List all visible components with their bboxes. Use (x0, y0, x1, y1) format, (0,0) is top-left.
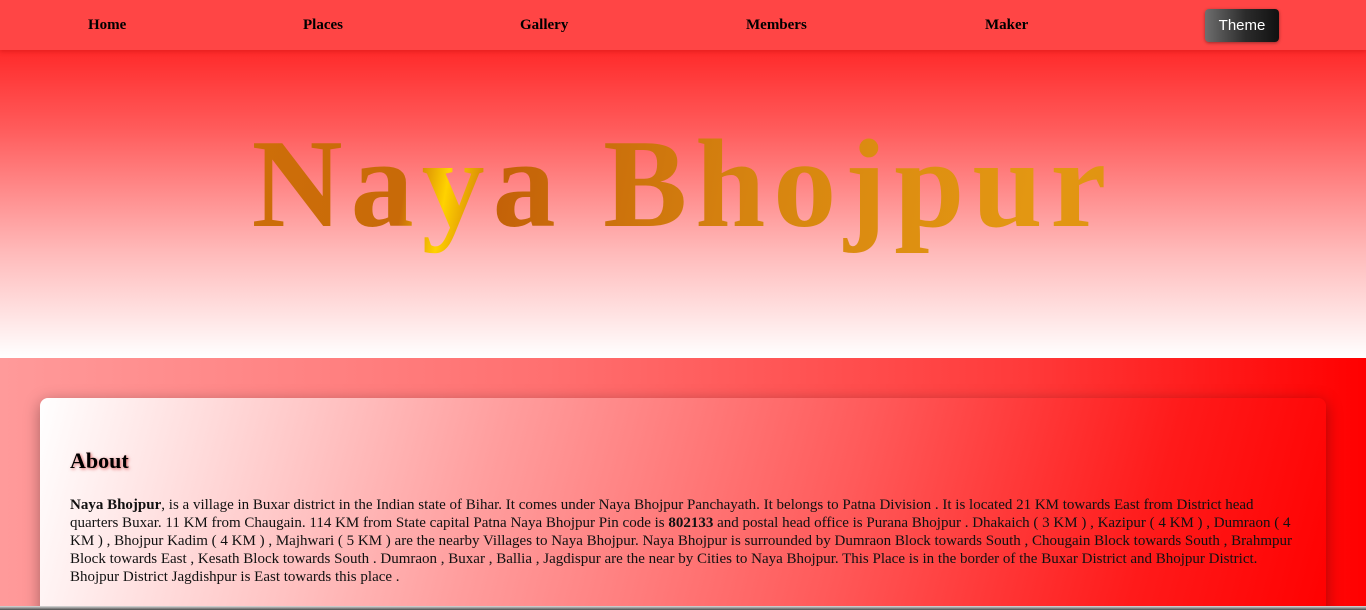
hero-banner: Naya Bhojpur (0, 50, 1366, 358)
nav-link-members[interactable]: Members (746, 17, 807, 34)
hero-title: Naya Bhojpur (0, 115, 1366, 255)
nav-link-maker[interactable]: Maker (985, 17, 1028, 34)
about-paragraph: Naya Bhojpur, is a village in Buxar dist… (70, 496, 1298, 586)
nav-link-home[interactable]: Home (88, 17, 126, 34)
nav-link-places[interactable]: Places (303, 17, 343, 34)
about-pincode: 802133 (668, 515, 714, 531)
about-village-name: Naya Bhojpur (70, 497, 162, 513)
bottom-divider (0, 606, 1366, 610)
content-section: About Naya Bhojpur, is a village in Buxa… (0, 358, 1366, 610)
theme-button[interactable]: Theme (1205, 9, 1279, 42)
nav-link-gallery[interactable]: Gallery (520, 17, 568, 34)
top-navbar: Home Places Gallery Members Maker Theme (0, 0, 1366, 50)
about-heading: About (70, 448, 129, 473)
about-card: About Naya Bhojpur, is a village in Buxa… (40, 398, 1326, 610)
